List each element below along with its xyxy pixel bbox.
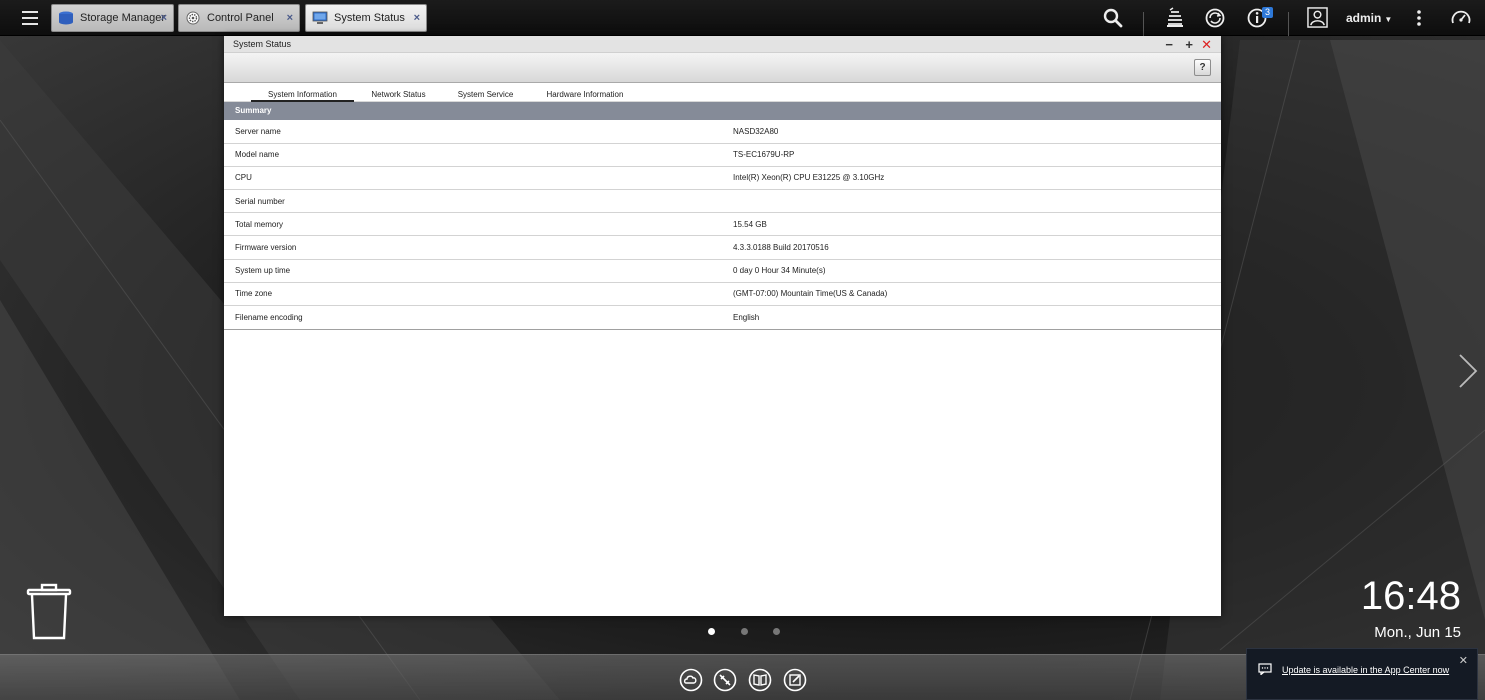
table-row: Firmware version 4.3.3.0188 Build 201705… [224, 236, 1221, 260]
close-icon[interactable]: × [161, 12, 167, 24]
username: admin [1346, 11, 1382, 25]
more-options-icon[interactable] [1408, 7, 1430, 29]
window-toolbar: ? [224, 53, 1221, 83]
background-tasks-icon[interactable] [1164, 7, 1186, 29]
window-titlebar[interactable]: System Status − + ✕ [224, 36, 1221, 53]
summary-table-wrapper: Server name NASD32A80 Model name TS-EC16… [224, 120, 1221, 330]
next-page-arrow-icon[interactable] [1457, 352, 1479, 390]
notification-count-badge: 3 [1262, 7, 1273, 18]
close-window-icon[interactable]: ✕ [1201, 36, 1212, 53]
update-notification[interactable]: Update is available in the App Center no… [1246, 648, 1478, 700]
close-icon[interactable]: × [287, 12, 293, 24]
book-icon[interactable] [748, 668, 772, 692]
row-value: 15.54 GB [733, 219, 767, 229]
database-icon [59, 11, 73, 25]
row-value: English [733, 312, 760, 322]
gear-icon [186, 11, 200, 25]
recycle-bin-icon[interactable] [26, 583, 72, 641]
row-label: Model name [235, 150, 280, 160]
row-label: Firmware version [235, 243, 297, 253]
help-button[interactable]: ? [1194, 59, 1211, 76]
maximize-icon[interactable]: + [1185, 36, 1193, 53]
table-row: CPU Intel(R) Xeon(R) CPU E31225 @ 3.10GH… [224, 166, 1221, 190]
row-value: 4.3.3.0188 Build 20170516 [733, 243, 829, 253]
tab-control-panel[interactable]: Control Panel × [178, 4, 300, 32]
user-avatar-icon[interactable] [1307, 7, 1328, 28]
row-label: Filename encoding [235, 312, 303, 322]
caret-down-icon: ▼ [1384, 15, 1393, 24]
toolbar-divider [1288, 12, 1289, 36]
tab-system-information[interactable]: System Information [251, 89, 354, 102]
tab-label: Storage Manager [80, 12, 165, 24]
system-status-window: System Status − + ✕ ? System Information… [224, 36, 1221, 616]
row-value: Intel(R) Xeon(R) CPU E31225 @ 3.10GHz [733, 173, 885, 183]
row-label: Server name [235, 126, 281, 136]
row-value: NASD32A80 [733, 126, 779, 136]
page-dot-active[interactable] [708, 628, 715, 635]
notification-link[interactable]: Update is available in the App Center no… [1282, 664, 1452, 676]
table-row: System up time 0 day 0 Hour 34 Minute(s) [224, 259, 1221, 283]
row-value: (GMT-07:00) Mountain Time(US & Canada) [733, 289, 888, 299]
top-taskbar: Storage Manager × Control Panel × System… [0, 0, 1485, 36]
toolbar-divider [1143, 12, 1144, 36]
table-row: Filename encoding English [224, 306, 1221, 329]
table-row: Total memory 15.54 GB [224, 213, 1221, 236]
tab-system-status[interactable]: System Status × [305, 4, 427, 32]
tab-network-status[interactable]: Network Status [364, 89, 433, 101]
feedback-icon[interactable] [783, 668, 807, 692]
row-value: TS-EC1679U-RP [733, 150, 795, 160]
row-label: Total memory [235, 219, 284, 229]
message-icon [1258, 663, 1272, 675]
table-row: Server name NASD32A80 [224, 120, 1221, 144]
main-menu-button[interactable] [14, 6, 48, 30]
tab-hardware-information[interactable]: Hardware Information [538, 89, 632, 101]
table-row: Time zone (GMT-07:00) Mountain Time(US &… [224, 282, 1221, 306]
page-dot[interactable] [741, 628, 748, 635]
row-label: Time zone [235, 289, 273, 299]
page-dot[interactable] [773, 628, 780, 635]
search-icon[interactable] [1102, 7, 1124, 29]
sync-icon[interactable] [1204, 7, 1226, 29]
tab-system-service[interactable]: System Service [451, 89, 520, 101]
tools-icon[interactable] [713, 668, 737, 692]
tab-bar: System Information Network Status System… [224, 83, 1221, 102]
row-label: Serial number [235, 196, 285, 206]
summary-table: Server name NASD32A80 Model name TS-EC16… [224, 120, 1221, 329]
window-title: System Status [233, 39, 292, 49]
cloud-link-icon[interactable] [679, 668, 703, 692]
tab-label: System Status [334, 12, 405, 24]
dashboard-gauge-icon[interactable] [1450, 7, 1472, 29]
user-menu[interactable]: admin ▼ [1346, 11, 1392, 25]
close-notification-icon[interactable]: ✕ [1459, 654, 1468, 667]
table-row: Serial number [224, 190, 1221, 213]
monitor-icon [312, 11, 328, 24]
close-icon[interactable]: × [414, 12, 420, 24]
desktop-clock-date: Mon., Jun 15 [1374, 624, 1461, 641]
row-value [722, 190, 1221, 213]
desktop-clock-time: 16:48 [1360, 574, 1461, 618]
row-label: System up time [235, 266, 291, 276]
summary-section-header: Summary [224, 102, 1221, 120]
tab-label: Control Panel [207, 12, 274, 24]
row-label: CPU [235, 173, 252, 183]
minimize-icon[interactable]: − [1165, 36, 1173, 53]
table-row: Model name TS-EC1679U-RP [224, 143, 1221, 167]
row-value: 0 day 0 Hour 34 Minute(s) [733, 266, 826, 276]
tab-storage-manager[interactable]: Storage Manager × [51, 4, 174, 32]
